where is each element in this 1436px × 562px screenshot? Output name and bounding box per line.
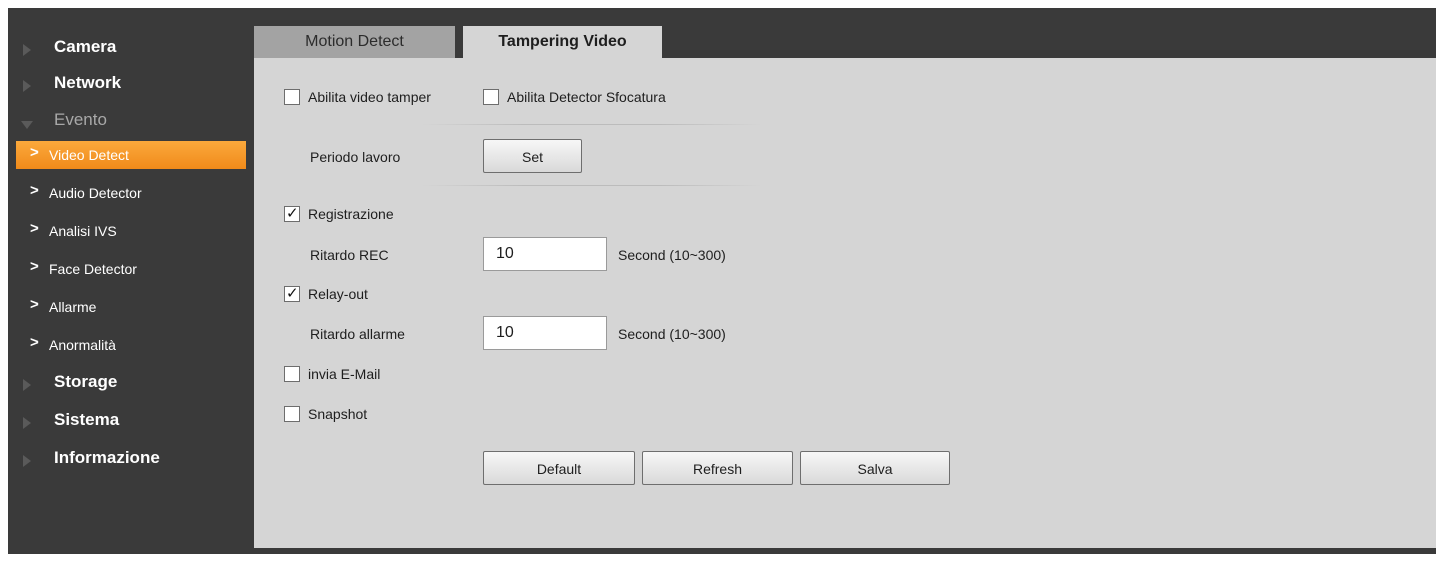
sidebar: Camera Network Evento > Video Detect > A… [8,8,254,554]
chevron-right-icon: > [30,334,39,351]
sidebar-item-label: Camera [54,37,117,56]
tab-bar: Motion Detect Tampering Video [254,8,1436,58]
app-window: Camera Network Evento > Video Detect > A… [8,8,1436,554]
chevron-right-icon: > [30,182,39,199]
sidebar-item-storage[interactable]: Storage [8,370,254,406]
enable-blur-label: Abilita Detector Sfocatura [507,89,666,105]
default-button[interactable]: Default [483,451,635,485]
sidebar-subitem-analisi-ivs[interactable]: > Analisi IVS [16,217,246,245]
snapshot-checkbox[interactable] [284,406,300,422]
work-period-label: Periodo lavoro [310,149,401,165]
alarm-delay-label: Ritardo allarme [310,326,405,342]
rec-delay-unit: Second (10~300) [618,247,726,263]
sidebar-subitem-face-detector[interactable]: > Face Detector [16,255,246,283]
save-button[interactable]: Salva [800,451,950,485]
expand-arrow-icon [23,379,31,391]
send-email-label: invia E-Mail [308,366,381,382]
checkmark-icon: ✓ [286,285,299,302]
sidebar-subitem-label: Face Detector [49,261,137,277]
sidebar-subitem-allarme[interactable]: > Allarme [16,293,246,321]
send-email-row: invia E-Mail [284,364,464,384]
chevron-right-icon: > [30,144,39,161]
collapse-arrow-icon [21,121,33,129]
sidebar-subitem-label: Allarme [49,299,97,315]
tab-tampering-video[interactable]: Tampering Video [463,26,662,58]
snapshot-row: Snapshot [284,404,464,424]
record-label: Registrazione [308,206,394,222]
record-row: ✓ Registrazione [284,204,464,224]
expand-arrow-icon [23,417,31,429]
chevron-right-icon: > [30,296,39,313]
record-checkbox[interactable]: ✓ [284,205,300,222]
enable-blur-checkbox[interactable] [483,89,499,105]
sidebar-subitem-label: Anormalità [49,337,116,353]
rec-delay-input[interactable]: 10 [483,237,607,271]
rec-delay-label: Ritardo REC [310,247,389,263]
alarm-delay-input[interactable]: 10 [483,316,607,350]
sidebar-subitem-label: Analisi IVS [49,223,117,239]
checkmark-icon: ✓ [286,205,299,222]
enable-tamper-row: Abilita video tamper [284,87,464,107]
enable-blur-row: Abilita Detector Sfocatura [483,87,723,107]
set-work-period-button[interactable]: Set [483,139,582,173]
sidebar-item-evento[interactable]: Evento [8,108,254,144]
divider [422,185,762,186]
sidebar-subitem-audio-detector[interactable]: > Audio Detector [16,179,246,207]
sidebar-subitem-video-detect[interactable]: > Video Detect [16,141,246,169]
enable-tamper-checkbox[interactable] [284,89,300,105]
sidebar-item-label: Storage [54,372,118,391]
sidebar-item-camera[interactable]: Camera [8,35,254,71]
main-panel: Motion Detect Tampering Video Abilita vi… [254,8,1436,554]
sidebar-subitem-label: Audio Detector [49,185,142,201]
sidebar-item-sistema[interactable]: Sistema [8,408,254,444]
sidebar-item-network[interactable]: Network [8,71,254,107]
snapshot-label: Snapshot [308,406,368,422]
expand-arrow-icon [23,455,31,467]
expand-arrow-icon [23,80,31,92]
sidebar-item-informazione[interactable]: Informazione [8,446,254,482]
expand-arrow-icon [23,44,31,56]
sidebar-item-label: Evento [54,110,107,129]
tampering-settings-form: Abilita video tamper Abilita Detector Sf… [254,58,1436,548]
send-email-checkbox[interactable] [284,366,300,382]
enable-tamper-label: Abilita video tamper [308,89,431,105]
sidebar-subitem-anormalita[interactable]: > Anormalità [16,331,246,359]
relay-out-row: ✓ Relay-out [284,284,464,304]
alarm-delay-unit: Second (10~300) [618,326,726,342]
sidebar-item-label: Network [54,73,122,92]
refresh-button[interactable]: Refresh [642,451,793,485]
divider [422,124,762,125]
sidebar-subitem-label: Video Detect [49,147,129,163]
relay-out-checkbox[interactable]: ✓ [284,285,300,302]
chevron-right-icon: > [30,258,39,275]
sidebar-item-label: Informazione [54,448,160,467]
relay-out-label: Relay-out [308,286,368,302]
chevron-right-icon: > [30,220,39,237]
sidebar-item-label: Sistema [54,410,120,429]
tab-motion-detect[interactable]: Motion Detect [254,26,455,58]
